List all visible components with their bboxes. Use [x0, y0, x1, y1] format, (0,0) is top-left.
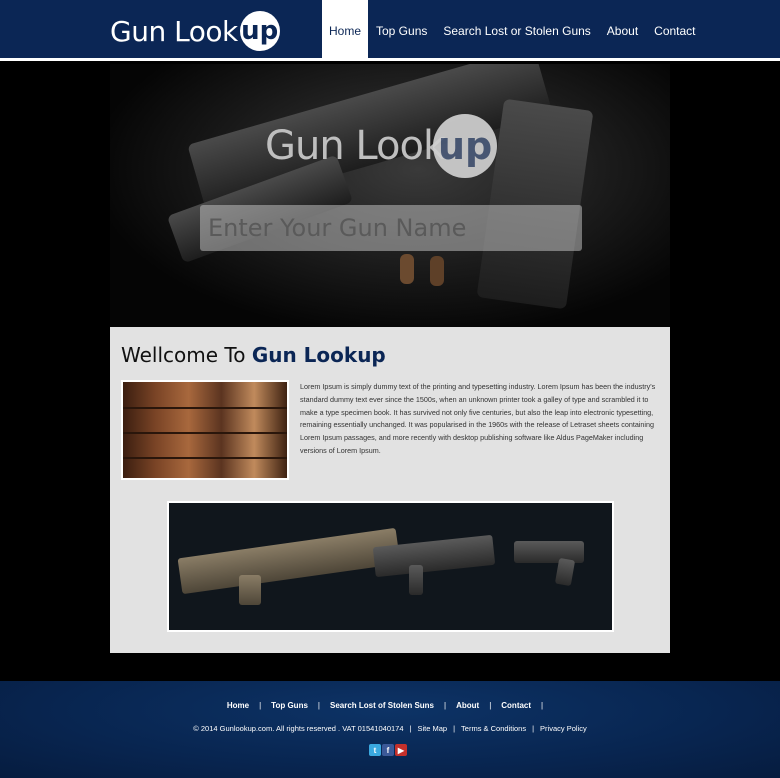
- intro-text: Lorem Ipsum is simply dummy text of the …: [300, 382, 656, 455]
- hero-logo-badge: up: [433, 114, 498, 178]
- welcome-panel: Wellcome To Gun Lookup Lorem Ipsum is si…: [110, 327, 670, 653]
- title-brand: Gun Lookup: [251, 343, 386, 367]
- nav-top-guns[interactable]: Top Guns: [368, 0, 435, 61]
- smg-magazine: [409, 565, 423, 595]
- bullet: [400, 254, 414, 284]
- gun-search-input[interactable]: [200, 205, 582, 251]
- hero-logo-text: Gun Look: [265, 123, 446, 169]
- main-nav: Home Top Guns Search Lost or Stolen Guns…: [322, 0, 704, 61]
- separator: |: [409, 724, 412, 733]
- nav-search-lost-stolen[interactable]: Search Lost or Stolen Guns: [435, 0, 598, 61]
- footer-nav-contact[interactable]: Contact: [501, 701, 531, 710]
- copyright-text: © 2014 Gunlookup.com. All rights reserve…: [193, 724, 404, 733]
- logo-badge: up: [239, 11, 280, 51]
- guns-showcase-image: [167, 501, 614, 632]
- footer-nav-search[interactable]: Search Lost of Stolen Suns: [330, 701, 434, 710]
- rifle-shape: [177, 527, 401, 595]
- nav-about[interactable]: About: [599, 0, 646, 61]
- title-prefix: Wellcome To: [121, 343, 252, 367]
- footer-link-privacy[interactable]: Privacy Policy: [540, 724, 587, 733]
- site-footer: Home | Top Guns | Search Lost of Stolen …: [0, 681, 780, 778]
- twitter-icon[interactable]: t: [369, 744, 381, 756]
- bullet: [430, 256, 444, 286]
- hero-banner: Gun Look up: [0, 64, 780, 327]
- separator: |: [317, 701, 320, 710]
- footer-link-terms[interactable]: Terms & Conditions: [461, 724, 526, 733]
- pistol-grip-shape: [554, 557, 576, 587]
- separator: |: [541, 701, 544, 710]
- logo-text: Gun Look: [110, 14, 238, 48]
- rifle-grip: [239, 575, 261, 605]
- nav-contact[interactable]: Contact: [646, 0, 703, 61]
- footer-link-site-map[interactable]: Site Map: [417, 724, 447, 733]
- site-logo[interactable]: Gun Look up: [110, 10, 280, 52]
- social-links: t f ▶: [369, 744, 407, 756]
- footer-nav: Home | Top Guns | Search Lost of Stolen …: [0, 701, 780, 710]
- footer-nav-home[interactable]: Home: [227, 701, 249, 710]
- hero-logo: Gun Look up: [265, 114, 498, 178]
- separator: |: [444, 701, 447, 710]
- hero-pistol-image: [110, 64, 670, 327]
- separator: |: [532, 724, 535, 733]
- footer-copyright-row: © 2014 Gunlookup.com. All rights reserve…: [0, 724, 780, 733]
- separator: |: [259, 701, 262, 710]
- footer-nav-top-guns[interactable]: Top Guns: [271, 701, 308, 710]
- youtube-icon[interactable]: ▶: [395, 744, 407, 756]
- site-header: Gun Look up Home Top Guns Search Lost or…: [0, 0, 780, 61]
- separator: |: [453, 724, 456, 733]
- footer-nav-about[interactable]: About: [456, 701, 479, 710]
- separator: |: [489, 701, 492, 710]
- facebook-icon[interactable]: f: [382, 744, 394, 756]
- nav-home[interactable]: Home: [322, 0, 368, 61]
- gun-store-image: [121, 380, 289, 480]
- page-title: Wellcome To Gun Lookup: [121, 343, 386, 367]
